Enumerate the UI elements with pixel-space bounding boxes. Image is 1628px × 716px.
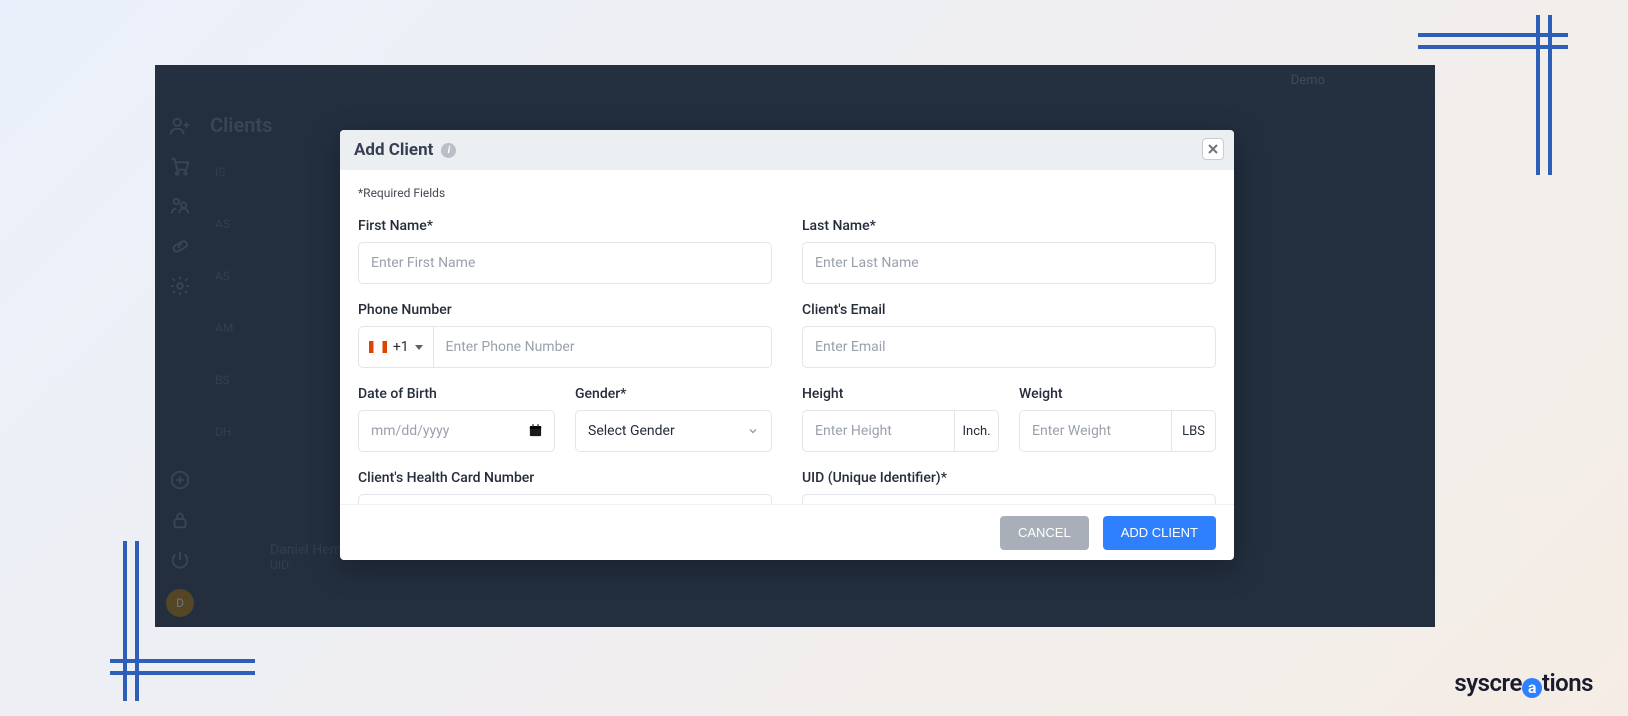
phone-input[interactable] <box>433 326 772 368</box>
gender-select[interactable]: Select Gender <box>575 410 772 452</box>
phone-country-select[interactable]: +1 <box>358 326 433 368</box>
height-label: Height <box>802 386 999 402</box>
last-name-input[interactable] <box>802 242 1216 284</box>
uid-field-group: UID (Unique Identifier)* <box>802 470 1216 504</box>
modal-body: *Required Fields First Name* Last Name* … <box>340 170 1234 504</box>
modal-footer: CANCEL ADD CLIENT <box>340 504 1234 560</box>
brand-pre: syscre <box>1454 669 1521 697</box>
last-name-field-group: Last Name* <box>802 218 1216 284</box>
health-card-label: Client's Health Card Number <box>358 470 772 486</box>
email-label: Client's Email <box>802 302 1216 318</box>
weight-field-group: Weight LBS <box>1019 386 1216 452</box>
required-fields-note: *Required Fields <box>358 186 1216 200</box>
dob-label: Date of Birth <box>358 386 555 402</box>
height-field-group: Height Inch. <box>802 386 999 452</box>
decorative-corner-tr <box>1418 15 1598 185</box>
phone-label: Phone Number <box>358 302 772 318</box>
uid-input[interactable] <box>802 494 1216 504</box>
chevron-down-icon <box>747 425 759 437</box>
first-name-field-group: First Name* <box>358 218 772 284</box>
flag-canada-icon <box>369 341 387 353</box>
brand-logo: syscreations <box>1454 669 1593 698</box>
gender-field-group: Gender* Select Gender <box>575 386 772 452</box>
health-card-input[interactable] <box>358 494 772 504</box>
app-window: Demo D Clients IS AS AS AM BS DH Daniel … <box>155 65 1435 627</box>
last-name-label: Last Name* <box>802 218 1216 234</box>
close-icon <box>1207 143 1219 155</box>
add-client-button[interactable]: ADD CLIENT <box>1103 516 1216 550</box>
brand-post: tions <box>1542 669 1593 697</box>
dob-input[interactable] <box>358 410 555 452</box>
email-field-group: Client's Email <box>802 302 1216 368</box>
add-client-modal: Add Client i *Required Fields First Name… <box>340 130 1234 560</box>
info-icon[interactable]: i <box>441 143 456 158</box>
close-button[interactable] <box>1202 138 1224 160</box>
chevron-down-icon <box>415 345 423 350</box>
uid-label: UID (Unique Identifier)* <box>802 470 1216 486</box>
modal-header: Add Client i <box>340 130 1234 170</box>
phone-prefix: +1 <box>393 339 409 355</box>
health-card-field-group: Client's Health Card Number <box>358 470 772 504</box>
modal-title: Add Client <box>354 140 433 160</box>
dob-field-group: Date of Birth <box>358 386 555 452</box>
cancel-button[interactable]: CANCEL <box>1000 516 1089 550</box>
height-unit: Inch. <box>954 410 999 452</box>
weight-unit: LBS <box>1171 410 1216 452</box>
calendar-icon[interactable] <box>528 423 543 438</box>
weight-label: Weight <box>1019 386 1216 402</box>
first-name-input[interactable] <box>358 242 772 284</box>
phone-field-group: Phone Number +1 <box>358 302 772 368</box>
email-input[interactable] <box>802 326 1216 368</box>
brand-accent: a <box>1522 678 1542 698</box>
weight-input[interactable] <box>1019 410 1171 452</box>
first-name-label: First Name* <box>358 218 772 234</box>
gender-placeholder: Select Gender <box>588 423 675 439</box>
height-input[interactable] <box>802 410 954 452</box>
gender-label: Gender* <box>575 386 772 402</box>
